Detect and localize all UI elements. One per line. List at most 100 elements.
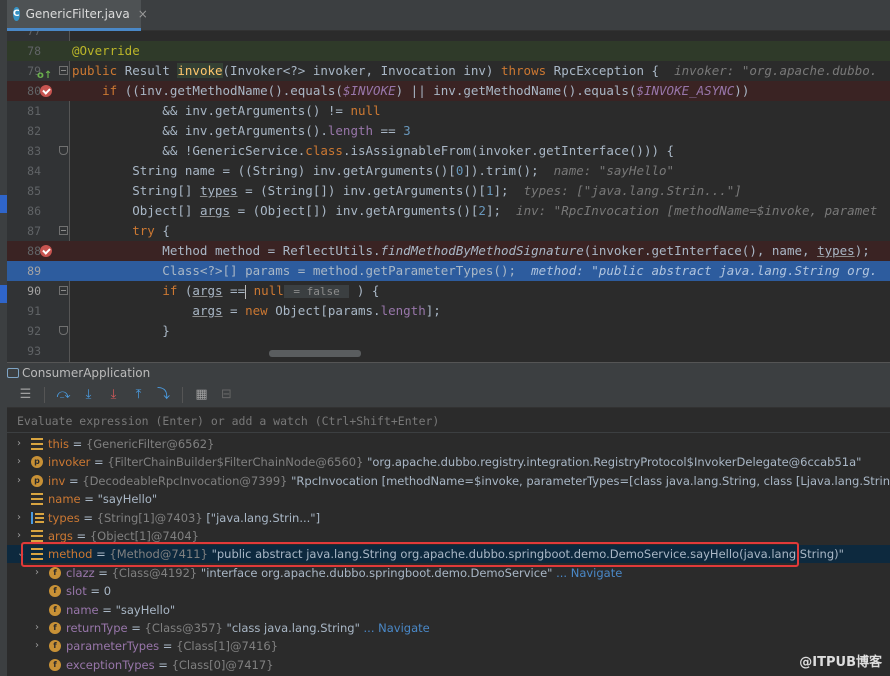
code-text: Object[] args = (Object[]) inv.getArgume… — [72, 203, 878, 218]
code-line-87[interactable]: 87 try { — [7, 221, 890, 241]
expand-arrow-icon[interactable]: › — [35, 619, 45, 637]
show-execution-point-icon[interactable]: ☰ — [17, 386, 34, 403]
field-icon: f — [49, 640, 61, 653]
expand-arrow-icon[interactable]: › — [17, 509, 27, 527]
expand-arrow-icon[interactable]: › — [17, 435, 27, 453]
variable-row-slot[interactable]: f slot = 0 — [7, 582, 890, 600]
variable-row-name[interactable]: name = "sayHello" — [7, 490, 890, 508]
variable-row-parameterTypes[interactable]: › f parameterTypes = {Class[1]@7416} — [7, 637, 890, 655]
variable-text: returnType = {Class@357} "class java.lan… — [66, 621, 430, 635]
line-number[interactable]: 79 — [7, 61, 41, 81]
code-line-78[interactable]: 78 @Override — [7, 41, 890, 61]
line-number[interactable]: 92 — [7, 321, 41, 341]
code-text: String[] types = (String[]) inv.getArgum… — [72, 183, 742, 198]
variable-icon: p — [31, 474, 43, 487]
variable-row-exceptionTypes[interactable]: f exceptionTypes = {Class[0]@7417} — [7, 656, 890, 674]
line-number[interactable]: 80 — [7, 81, 41, 101]
variable-icon — [31, 530, 43, 542]
variable-text: inv = {DecodeableRpcInvocation@7399} "Rp… — [48, 473, 890, 488]
line-number[interactable]: 87 — [7, 221, 41, 241]
line-number[interactable]: 78 — [7, 41, 41, 61]
variable-text: this = {GenericFilter@6562} — [48, 437, 215, 451]
step-out-icon[interactable]: ⤒ — [130, 386, 147, 403]
variable-row-types[interactable]: › types = {String[1]@7403} ["java.lang.St… — [7, 509, 890, 527]
fold-toggle-icon[interactable] — [59, 286, 68, 295]
fold-toggle-icon[interactable] — [59, 226, 68, 235]
code-text: args = new Object[params.length]; — [192, 303, 441, 318]
breakpoint-icon[interactable] — [40, 245, 52, 257]
line-number[interactable]: 91 — [7, 301, 41, 321]
code-line-93[interactable]: 93 — [7, 341, 890, 361]
fold-end-icon[interactable] — [59, 326, 68, 335]
horizontal-scrollbar[interactable] — [269, 350, 361, 357]
line-number[interactable]: 85 — [7, 181, 41, 201]
toolbar-separator — [44, 386, 45, 403]
debug-session-label[interactable]: ConsumerApplication — [22, 366, 150, 380]
field-icon: f — [49, 566, 61, 579]
code-text: if ((inv.getMethodName().equals($INVOKE)… — [102, 83, 750, 98]
line-number[interactable]: 83 — [7, 141, 41, 161]
code-line-84[interactable]: 84 String name = ((String) inv.getArgume… — [7, 161, 890, 181]
code-editor[interactable]: 77 78 @Override 79 o↑ public Result invoke(In… — [7, 31, 890, 362]
expand-arrow-icon[interactable]: › — [35, 637, 45, 655]
code-line-80[interactable]: 80 if ((inv.getMethodName().equals($INVO… — [7, 81, 890, 101]
code-line-81[interactable]: 81 && inv.getArguments() != null — [7, 101, 890, 121]
tab-genericfilter-java[interactable]: C GenericFilter.java × — [7, 0, 148, 31]
code-line-90[interactable]: 90 if (args == null = false ) { — [7, 281, 890, 301]
toolbar-separator-2 — [182, 386, 183, 403]
code-line-92[interactable]: 92 } — [7, 321, 890, 341]
code-line-85[interactable]: 85 String[] types = (String[]) inv.getAr… — [7, 181, 890, 201]
variable-row-invoker[interactable]: › p invoker = {FilterChainBuilder$FilterCh… — [7, 453, 890, 471]
breakpoint-icon[interactable] — [40, 85, 52, 97]
force-step-into-icon[interactable]: ⤓ — [105, 386, 122, 403]
line-number[interactable]: 86 — [7, 201, 41, 221]
variable-text: parameterTypes = {Class[1]@7416} — [66, 639, 279, 654]
code-text: String name = ((String) inv.getArguments… — [72, 163, 675, 178]
variable-row-this[interactable]: › this = {GenericFilter@6562} — [7, 435, 890, 453]
application-icon — [7, 367, 19, 378]
line-number[interactable]: 84 — [7, 161, 41, 181]
code-line-86[interactable]: 86 Object[] args = (Object[]) inv.getArg… — [7, 201, 890, 221]
variable-row-inv[interactable]: › p inv = {DecodeableRpcInvocation@7399} "… — [7, 472, 890, 490]
line-number[interactable]: 93 — [7, 341, 41, 361]
tab-label: GenericFilter.java — [25, 7, 130, 21]
trace-stream-icon[interactable]: ⊟ — [218, 386, 235, 403]
variable-row-returnType[interactable]: › f returnType = {Class@357} "class java.l… — [7, 619, 890, 637]
debug-session-header: ConsumerApplication — [7, 362, 890, 382]
line-number[interactable]: 90 — [7, 281, 41, 301]
expand-arrow-icon[interactable]: › — [17, 472, 27, 490]
variable-text: name = "sayHello" — [48, 492, 158, 507]
step-into-icon[interactable]: ⤓ — [80, 386, 97, 403]
code-line-89[interactable]: 89 Class<?>[] params = method.getParamet… — [7, 261, 890, 281]
line-number[interactable]: 88 — [7, 241, 41, 261]
variable-text: invoker = {FilterChainBuilder$FilterChai… — [48, 455, 862, 470]
navigate-link[interactable]: ... Navigate — [360, 621, 430, 635]
code-line-88[interactable]: 88 Method method = ReflectUtils.findMeth… — [7, 241, 890, 261]
evaluate-expression-icon[interactable]: ▦ — [193, 386, 210, 403]
code-line-91[interactable]: 91 args = new Object[params.length]; — [7, 301, 890, 321]
code-text: @Override — [72, 43, 140, 58]
fold-toggle-icon[interactable] — [59, 66, 68, 75]
code-line-82[interactable]: 82 && inv.getArguments().length == 3 — [7, 121, 890, 141]
code-line-79[interactable]: 79 o↑ public Result invoke(Invoker<?> invo… — [7, 61, 890, 81]
expand-arrow-icon[interactable]: › — [17, 453, 27, 471]
line-number[interactable]: 82 — [7, 121, 41, 141]
evaluate-expression-input[interactable]: Evaluate expression (Enter) or add a wat… — [7, 409, 890, 433]
code-line-77[interactable]: 77 — [7, 31, 890, 41]
close-tab-icon[interactable]: × — [138, 7, 148, 21]
code-line-83[interactable]: 83 && !GenericService.class.isAssignable… — [7, 141, 890, 161]
line-number[interactable]: 77 — [7, 31, 41, 41]
variable-text: exceptionTypes = {Class[0]@7417} — [66, 657, 274, 672]
line-number[interactable]: 81 — [7, 101, 41, 121]
line-number[interactable]: 89 — [7, 261, 41, 281]
step-over-icon[interactable]: ⤼ — [55, 386, 72, 403]
run-to-cursor-icon[interactable]: ⤵ — [155, 386, 172, 403]
fold-end-icon[interactable] — [59, 146, 68, 155]
field-icon: f — [49, 585, 61, 598]
code-text: if (args == null = false ) { — [162, 283, 380, 299]
code-text: try { — [132, 223, 170, 238]
variable-row-name[interactable]: f name = "sayHello" — [7, 601, 890, 619]
navigate-link[interactable]: ... Navigate — [552, 566, 622, 580]
code-text: } — [72, 323, 170, 338]
array-icon — [31, 511, 44, 524]
